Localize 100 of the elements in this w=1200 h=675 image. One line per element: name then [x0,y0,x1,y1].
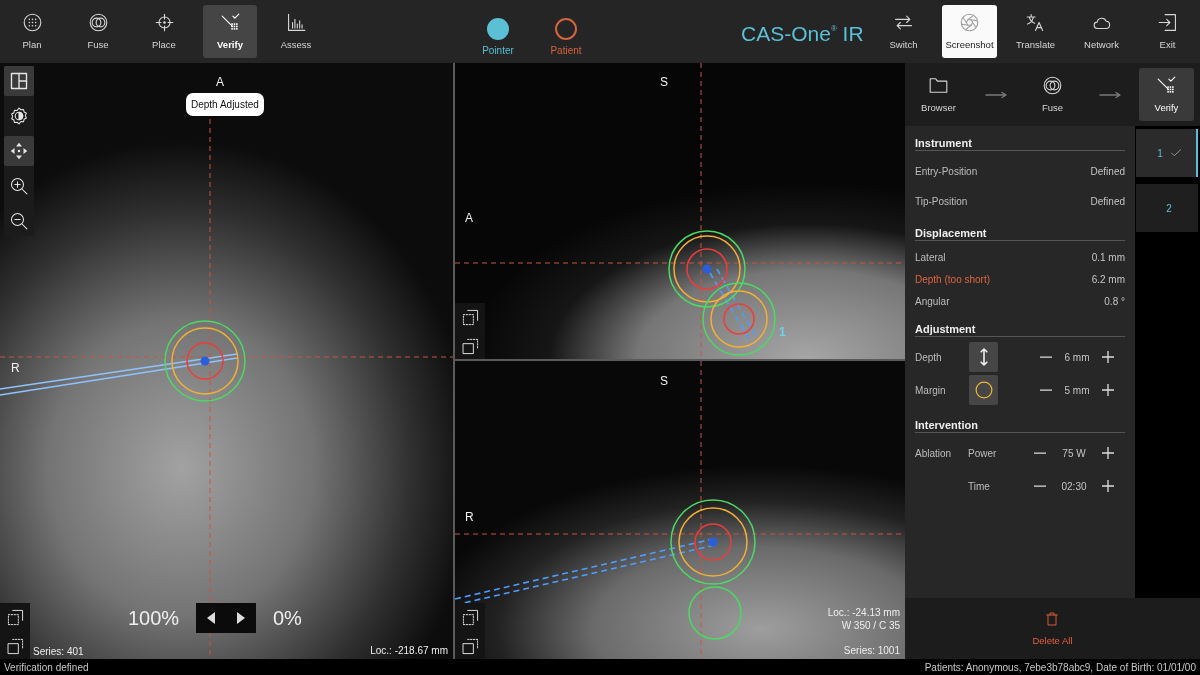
mode-tab[interactable]: Plan [5,5,59,58]
orientation-label: S [660,75,668,89]
product-logo: CAS-One$^{®}$ IR [741,20,864,46]
step-arrow-icon [984,90,1007,99]
field-value: 0.1 mm [1091,251,1125,263]
section-title: Intervention [915,418,1125,433]
tracker-label: Pointer [482,44,514,56]
location-label: Loc.: -24.13 mm [827,606,900,619]
status-message: Verification defined [4,661,89,673]
section-title: Adjustment [915,322,1125,337]
field-label: Lateral [915,251,946,263]
adjust-mode-button[interactable] [969,342,998,372]
layout-button[interactable] [4,66,34,96]
increase-button[interactable] [1099,477,1117,495]
blend-percentage: 100% [128,606,180,630]
increase-button[interactable] [1099,444,1117,462]
field-label: Tip-Position [915,195,968,207]
orientation-label: S [660,374,668,388]
field-value: 0.8 ° [1104,295,1125,307]
field-label: Entry-Position [915,165,978,177]
toolbar-button[interactable]: Exit [1140,5,1195,58]
workflow-step[interactable]: Fuse [1025,68,1080,121]
patient-info: Patients: Anonymous, 7ebe3b78abc9, Date of Birth: 01/01/00 [924,661,1196,673]
stacked-frame-icon[interactable] [6,638,24,655]
series-label: Series: 401 [33,646,84,657]
vertical-arrows-icon [979,348,988,366]
plus-icon [1102,384,1114,396]
folder-icon [929,76,948,95]
pan-button[interactable] [4,136,34,166]
orientation-label: R [465,510,474,524]
stepper-value: 6 mm [1063,351,1091,363]
exit-icon [1158,13,1177,32]
series-label: Series: 1001 [843,644,900,657]
increase-button[interactable] [1099,381,1117,399]
mode-tab[interactable]: Fuse [71,5,125,58]
stepper-value: 02:30 [1060,480,1088,492]
tooltip: Depth Adjusted [186,93,264,116]
minus-icon [1040,355,1052,359]
toolbar-button[interactable]: Switch [876,5,931,58]
workflow-step[interactable]: Browser [911,68,966,121]
orientation-label: A [216,75,224,89]
numbered-tab[interactable]: 2 [1136,184,1198,232]
dashed-frame-icon[interactable] [461,309,479,326]
mode-tab[interactable]: Place [137,5,191,58]
field-value: Defined [1090,195,1125,207]
stepper-value: 75 W [1061,447,1087,459]
zoom-in-icon [10,177,28,195]
move-arrows-icon [10,142,28,160]
aperture-icon [960,13,979,32]
increase-button[interactable] [1099,348,1117,366]
mode-tab[interactable]: Assess [269,5,323,58]
dotted-circle-icon [22,13,42,32]
stacked-frame-icon[interactable] [461,638,479,655]
numbered-tab[interactable]: 1 [1136,129,1198,177]
previous-button[interactable] [207,612,215,624]
toolbar-button[interactable]: Translate [1008,5,1063,58]
trash-icon [1046,611,1059,626]
parameter-label: Power [968,447,997,459]
minus-icon [1034,484,1046,488]
section-title: Displacement [915,226,1125,241]
window-level-label: W 350 / C 35 [841,619,900,632]
delete-all-button[interactable]: Delete All [1032,611,1073,646]
parameter-label: Time [968,480,990,492]
location-label: Loc.: -218.67 mm [370,644,448,657]
mode-tab[interactable]: Verify [203,5,257,58]
tracker-label: Patient [550,44,582,56]
plus-icon [1102,447,1114,459]
orientation-label: A [465,211,473,225]
plus-icon [1102,351,1114,363]
needle-check-icon [1157,76,1176,95]
dashed-frame-icon[interactable] [461,609,479,626]
next-button[interactable] [237,612,245,624]
field-value: 6.2 mm [1091,273,1125,285]
field-label: Depth [915,351,943,363]
step-arrow-icon [1098,90,1121,99]
left-triangle-icon [207,612,215,624]
orientation-label: R [11,361,20,375]
overlapping-circles-icon [1043,76,1062,95]
minus-icon [1034,451,1046,455]
minus-icon [1040,388,1052,392]
swap-arrows-icon [894,13,913,32]
section-title: Instrument [915,136,1125,151]
field-label: Angular [915,295,950,307]
bar-chart-icon [286,13,306,32]
stacked-frame-icon[interactable] [461,338,479,355]
adjust-mode-button[interactable] [969,375,998,405]
field-value: Defined [1090,165,1125,177]
field-label: Ablation [915,447,952,459]
stepper-value: 5 mm [1063,384,1091,396]
translate-icon [1026,13,1045,32]
plus-icon [1102,480,1114,492]
field-label: Margin [915,384,947,396]
layout-icon [10,72,28,90]
right-triangle-icon [237,612,245,624]
workflow-step[interactable]: Verify [1139,68,1194,121]
contrast-icon [10,107,28,125]
toolbar-button[interactable]: Screenshot [942,5,997,58]
dashed-frame-icon[interactable] [6,609,24,626]
ring-icon [974,381,993,399]
toolbar-button[interactable]: Network [1074,5,1129,58]
